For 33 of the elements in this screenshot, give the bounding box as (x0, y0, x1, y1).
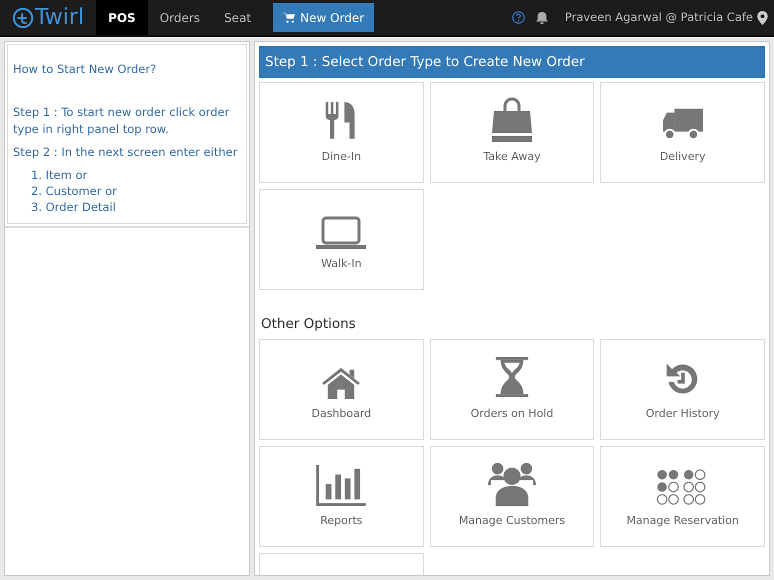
help-icon (512, 11, 525, 24)
option-tile[interactable]: Order History (600, 339, 765, 440)
section-title: Other Options (260, 315, 357, 334)
help-step: Step 2 : In the next screen enter either (13, 144, 241, 162)
option-tile[interactable]: Walk-In (259, 189, 424, 290)
help-title: How to Start New Order? (13, 61, 158, 78)
bar-chart-icon (315, 464, 368, 507)
option-tile[interactable]: Reports (259, 446, 424, 548)
nav-tab[interactable]: Orders (148, 0, 212, 35)
home-icon (320, 366, 362, 400)
help-list-item: 2. Customer or (30, 183, 118, 200)
option-tile[interactable]: Delivery (600, 82, 765, 183)
cart-icon (283, 12, 296, 24)
logo-icon (12, 6, 34, 28)
nav-tab[interactable]: POS (96, 0, 148, 35)
option-tile[interactable]: Dashboard (259, 339, 424, 440)
panel-header: Step 1 : Select Order Type to Create New Order (259, 46, 765, 78)
option-tile[interactable]: Dine-In (259, 82, 424, 183)
people-icon (488, 460, 536, 507)
option-tile[interactable]: Manage Reservation (600, 446, 765, 548)
laptop-icon (316, 216, 366, 250)
help-list-item: 1. Item or (30, 167, 88, 184)
nav-tab[interactable]: Seat (212, 0, 264, 35)
help-step: Step 1 : To start new order click order type in right panel top row. (13, 104, 241, 138)
logo: Twirl (12, 0, 84, 35)
option-tile[interactable]: Manage Customers (430, 446, 594, 548)
new-order-button[interactable]: New Order (273, 3, 374, 32)
user-name: Praveen Agarwal @ Patricia Cafe (564, 8, 753, 26)
option-tile[interactable]: Orders on Hold (430, 339, 594, 440)
help-list-item: 3. Order Detail (30, 199, 117, 216)
option-tile[interactable]: Take Away (430, 82, 594, 183)
location-pin-icon (757, 10, 768, 24)
bell-icon (534, 10, 549, 24)
